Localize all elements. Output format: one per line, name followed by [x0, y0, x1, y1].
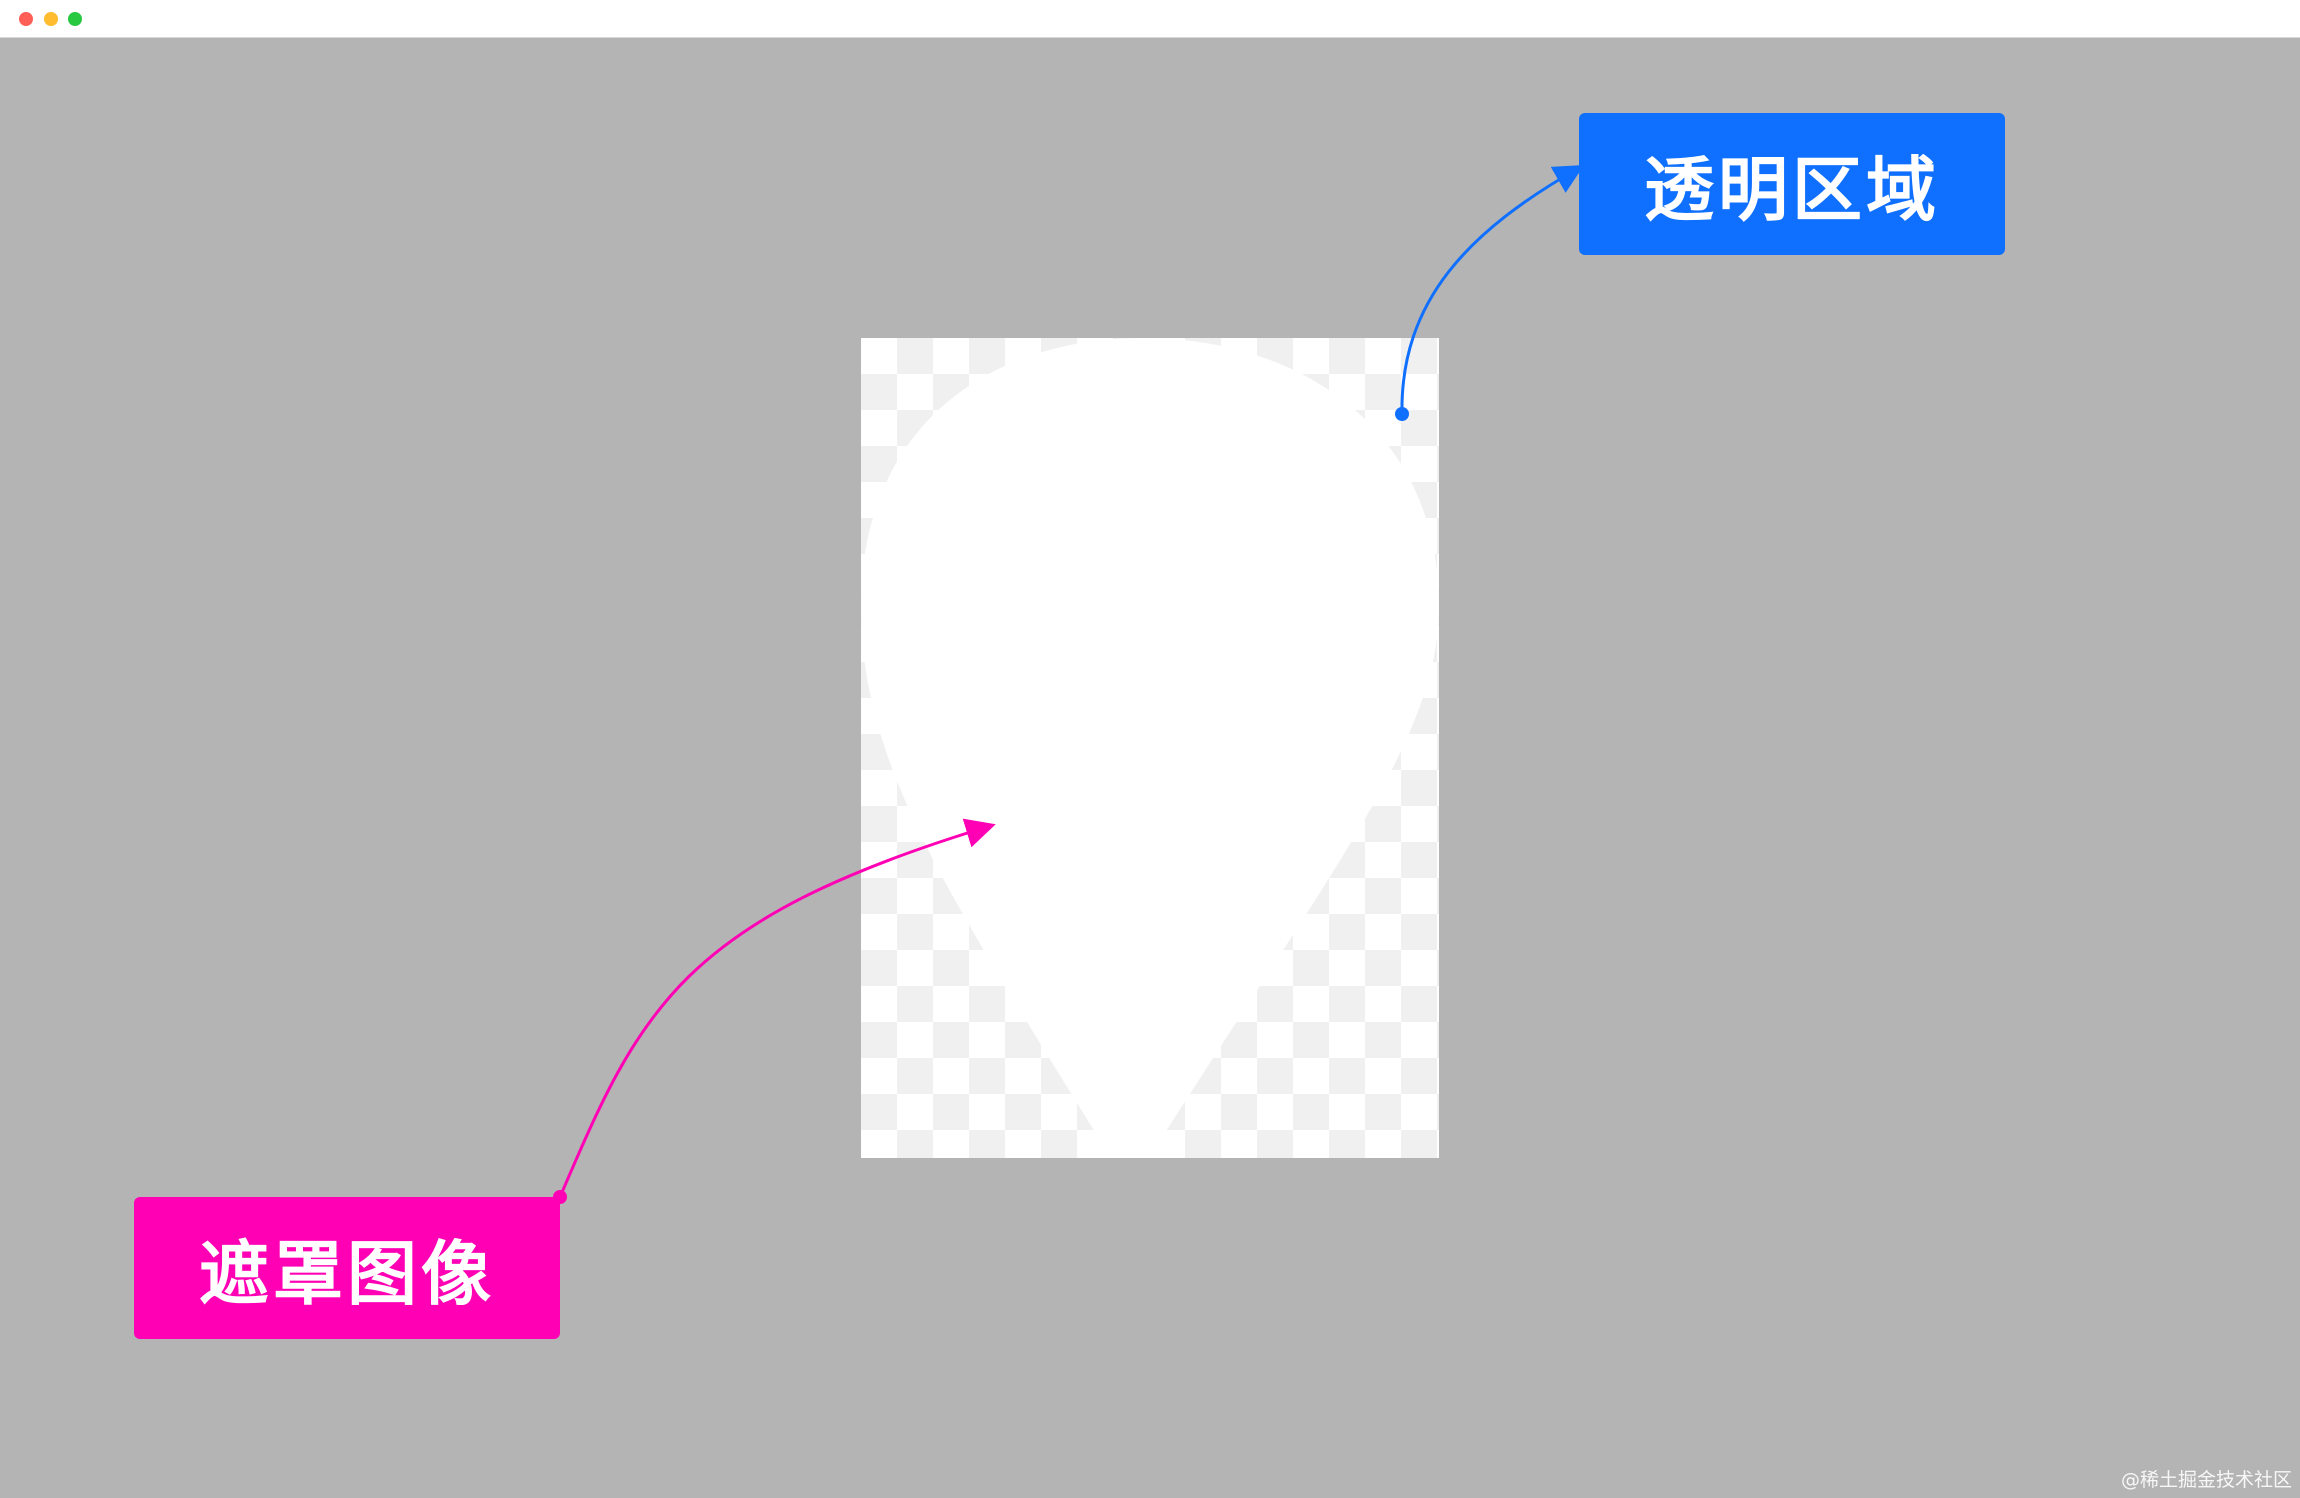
mask-image-arrow	[558, 818, 996, 1198]
window: 透明区域 遮罩图像 @稀土掘金技术社区	[0, 0, 2300, 1498]
mask-image-label: 遮罩图像	[134, 1197, 560, 1339]
transparent-area-arrow	[1400, 165, 1585, 415]
watermark: @稀土掘金技术社区	[2120, 1469, 2292, 1491]
transparent-area-label: 透明区域	[1579, 113, 2005, 255]
transparent-area-arrow-dot	[1395, 407, 1409, 421]
